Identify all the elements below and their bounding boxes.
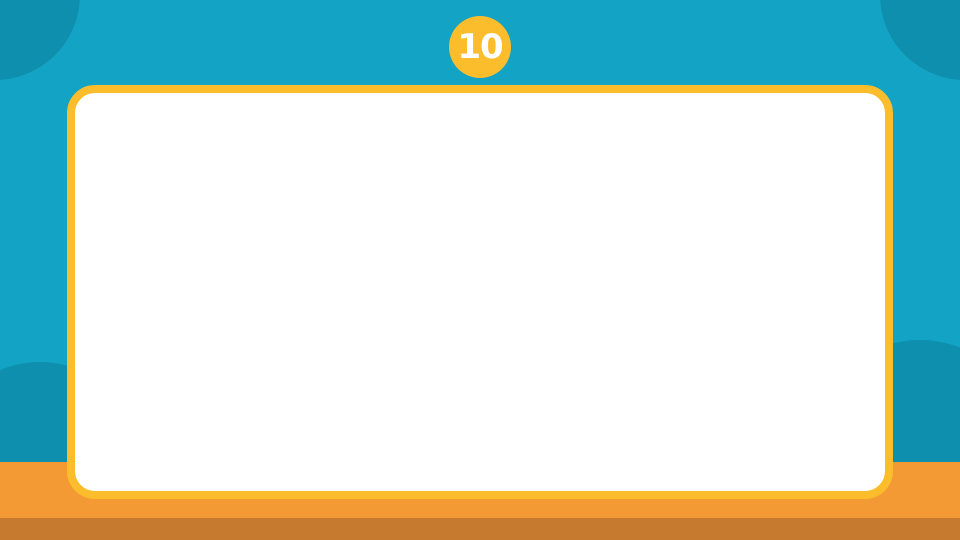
decorative-circle-top-left bbox=[0, 0, 80, 80]
slide-canvas: 10 bbox=[0, 0, 960, 540]
decorative-circle-top-right bbox=[880, 0, 960, 80]
floor-edge-strip bbox=[0, 518, 960, 540]
slide-number-badge: 10 bbox=[449, 16, 511, 78]
content-board bbox=[67, 85, 893, 499]
